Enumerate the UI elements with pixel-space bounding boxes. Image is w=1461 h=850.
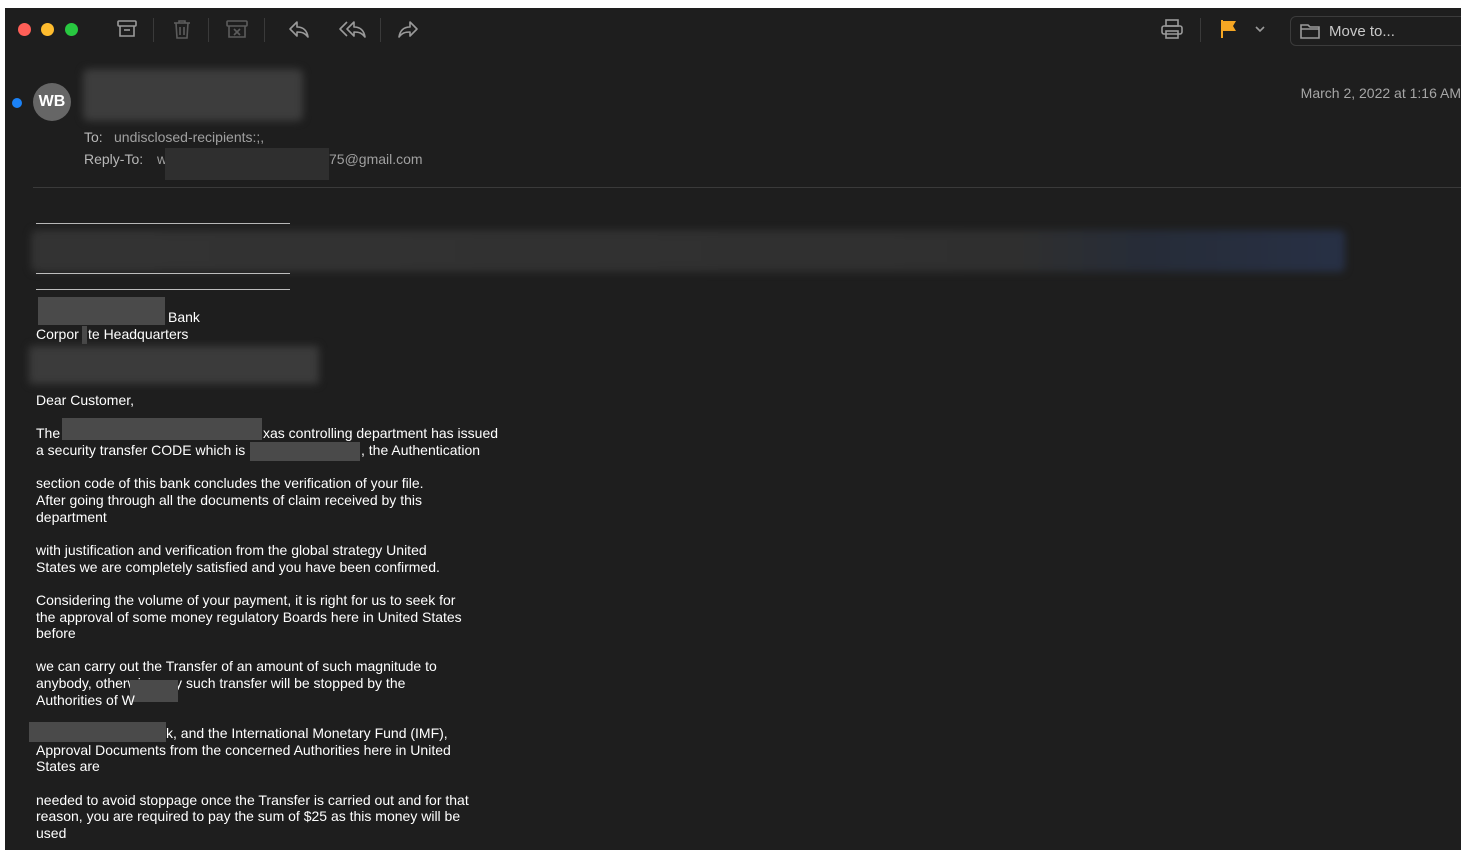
separator-rule (36, 289, 290, 290)
redacted-word (130, 680, 178, 702)
paragraph-6-line: k, and the International Monetary Fund (… (166, 725, 448, 741)
redacted-bank-name (29, 722, 166, 742)
mail-window: Move to... WB March 2, 2022 at 1:16 AM T… (5, 8, 1461, 850)
to-value[interactable]: undisclosed-recipients:;, (114, 129, 264, 145)
redacted-sender-name (83, 69, 303, 121)
paragraph-4-line: before (36, 625, 76, 641)
paragraph-1-line-1-start: The (36, 425, 61, 441)
move-to-label: Move to... (1329, 22, 1395, 40)
paragraph-2-line: section code of this bank concludes the … (36, 475, 424, 491)
archive-button[interactable] (112, 16, 142, 42)
reply-icon (289, 21, 309, 38)
hq-suffix: te Headquarters (88, 326, 189, 342)
redacted-banner (31, 230, 1345, 272)
bank-suffix: Bank (168, 309, 200, 325)
forward-icon (398, 21, 418, 38)
paragraph-7-line: needed to avoid stoppage once the Transf… (36, 792, 469, 808)
toolbar-separator (1200, 18, 1201, 42)
paragraph-1-line-2-start: a security transfer CODE which is (36, 442, 246, 458)
print-icon (1161, 19, 1183, 39)
delete-button[interactable] (167, 16, 197, 42)
paragraph-7-line: reason, you are required to pay the sum … (36, 808, 461, 824)
paragraph-6-line: Approval Documents from the concerned Au… (36, 742, 451, 758)
avatar: WB (33, 83, 71, 121)
paragraph-5-line: we can carry out the Transfer of an amou… (36, 658, 437, 674)
trash-icon (174, 20, 190, 39)
flag-button[interactable] (1214, 16, 1244, 42)
message-date: March 2, 2022 at 1:16 AM (1300, 85, 1461, 101)
paragraph-2-line: After going through all the documents of… (36, 492, 422, 508)
paragraph-5-line: anybody, otherwise any such transfer wil… (36, 675, 406, 691)
separator-rule (36, 273, 290, 274)
hq-prefix: Corpor (36, 326, 79, 342)
reply-to-suffix[interactable]: 75@gmail.com (329, 151, 423, 167)
paragraph-1-line-2-end: , the Authentication (361, 442, 481, 458)
to-label: To: (84, 129, 103, 145)
header-divider (33, 187, 1461, 188)
toolbar-separator (153, 18, 154, 42)
greeting: Dear Customer, (36, 392, 135, 408)
flag-menu-button[interactable] (1251, 16, 1269, 42)
flag-icon (1221, 20, 1236, 38)
toolbar-separator (380, 18, 381, 42)
unread-indicator (12, 98, 22, 108)
reply-to-label: Reply-To: (84, 151, 144, 167)
redacted-bank-name (38, 297, 165, 325)
paragraph-4-line: the approval of some money regulatory Bo… (36, 609, 462, 625)
minimize-window-button[interactable] (41, 23, 54, 36)
paragraph-3-line: States we are completely satisfied and y… (36, 559, 440, 575)
junk-button[interactable] (222, 16, 252, 42)
paragraph-3-line: with justification and verification from… (36, 542, 427, 558)
reply-all-button[interactable] (338, 16, 368, 42)
redacted-code (250, 442, 360, 461)
separator-rule (36, 223, 290, 224)
redacted-character (82, 326, 87, 344)
toolbar-separator (264, 18, 265, 42)
zoom-window-button[interactable] (65, 23, 78, 36)
paragraph-2-line: department (36, 509, 107, 525)
reply-all-icon (339, 21, 366, 38)
paragraph-7-line: used (36, 825, 67, 841)
paragraph-6-line: States are (36, 758, 100, 774)
chevron-down-icon (1255, 26, 1265, 33)
archive-icon (117, 20, 137, 37)
paragraph-5-line: Authorities of W (36, 692, 135, 708)
reply-button[interactable] (284, 16, 314, 42)
folder-icon (1300, 24, 1320, 39)
junk-icon (226, 20, 248, 38)
forward-button[interactable] (393, 16, 423, 42)
move-to-button[interactable]: Move to... (1290, 16, 1461, 46)
redacted-address (29, 346, 319, 384)
close-window-button[interactable] (18, 23, 31, 36)
paragraph-1-line-1-end: xas controlling department has issued (263, 425, 499, 441)
paragraph-4-line: Considering the volume of your payment, … (36, 592, 456, 608)
redacted-email (165, 148, 329, 180)
toolbar-separator (208, 18, 209, 42)
redacted-bank-name (62, 418, 262, 440)
print-button[interactable] (1157, 16, 1187, 42)
